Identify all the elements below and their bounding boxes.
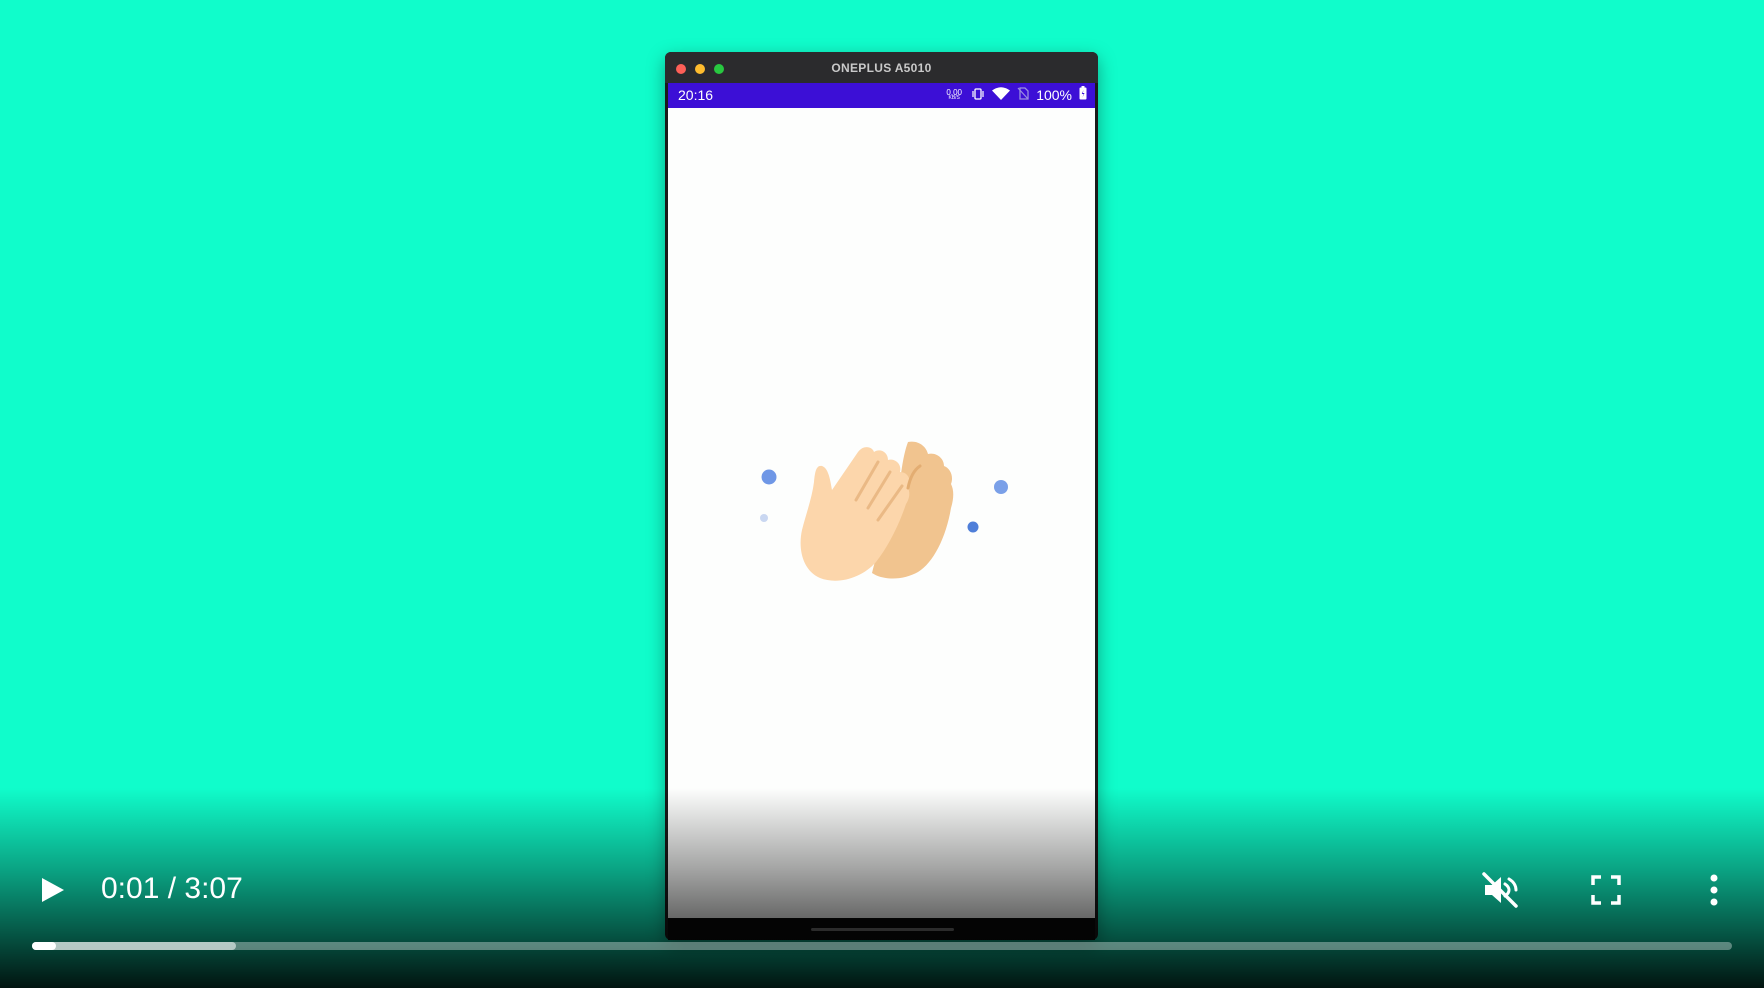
wifi-icon: [992, 86, 1011, 103]
video-controls: 0:01 / 3:07: [0, 860, 1764, 920]
window-titlebar[interactable]: ONEPLUS A5010: [665, 52, 1098, 83]
fullscreen-icon: [1591, 875, 1621, 905]
more-options-button[interactable]: [1700, 870, 1728, 910]
status-time: 20:16: [678, 87, 714, 103]
battery-percent: 100%: [1036, 86, 1072, 103]
net-speed: 0.00 KB/S: [944, 88, 964, 101]
video-frame[interactable]: ONEPLUS A5010 20:16 0.00 KB/S 100% 0:01 …: [0, 0, 1764, 988]
no-sim-icon: [1017, 86, 1029, 103]
window-title: ONEPLUS A5010: [831, 61, 932, 75]
android-status-bar: 20:16 0.00 KB/S 100%: [668, 83, 1095, 108]
play-button[interactable]: [34, 873, 68, 907]
seek-bar[interactable]: [32, 942, 1732, 950]
more-vert-icon: [1710, 874, 1718, 906]
buffered-progress: [32, 942, 236, 950]
clapping-hands-icon: [760, 441, 1008, 581]
fullscreen-button[interactable]: [1588, 872, 1624, 908]
muted-volume-icon: [1482, 872, 1518, 908]
play-icon: [42, 878, 64, 902]
unmute-button[interactable]: [1480, 870, 1520, 910]
battery-icon: [1079, 86, 1087, 103]
played-progress: [32, 942, 56, 950]
time-display: 0:01 / 3:07: [101, 872, 243, 905]
vibrate-icon: [971, 87, 985, 103]
